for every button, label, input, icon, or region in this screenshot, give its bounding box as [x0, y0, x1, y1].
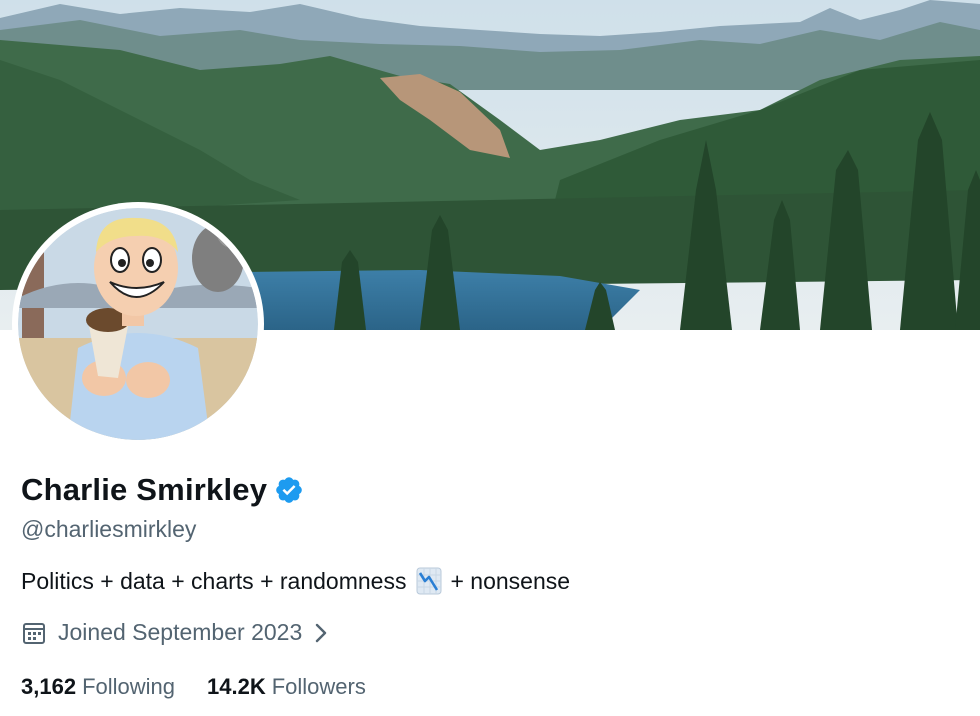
profile-avatar[interactable]	[18, 208, 258, 440]
profile-name-row: Charlie Smirkley	[21, 470, 304, 510]
followers-link[interactable]: 14.2K Followers	[207, 674, 366, 700]
following-link[interactable]: 3,162 Following	[21, 674, 175, 700]
avatar-cartoon-image	[18, 208, 258, 440]
followers-label: Followers	[271, 674, 366, 699]
bio-text-end: + nonsense	[450, 567, 571, 594]
profile-bio: Politics + data + charts + randomness + …	[21, 567, 570, 595]
joined-date-text: Joined September 2023	[58, 619, 303, 645]
following-label: Following	[82, 674, 175, 699]
profile-page: Charlie Smirkley @charliesmirkley Politi…	[0, 0, 980, 716]
joined-date-row[interactable]: Joined September 2023	[21, 619, 330, 646]
following-count: 3,162	[21, 674, 77, 699]
profile-display-name: Charlie Smirkley	[21, 472, 268, 507]
profile-stats: 3,162 Following 14.2K Followers	[21, 674, 366, 700]
verified-badge-icon[interactable]	[274, 475, 304, 505]
bio-text-start: Politics + data + charts + randomness	[21, 567, 407, 594]
chart-decreasing-icon	[416, 567, 442, 595]
chevron-right-icon	[312, 621, 330, 645]
calendar-icon	[21, 620, 47, 646]
followers-count: 14.2K	[207, 674, 266, 699]
profile-handle: @charliesmirkley	[21, 516, 197, 542]
